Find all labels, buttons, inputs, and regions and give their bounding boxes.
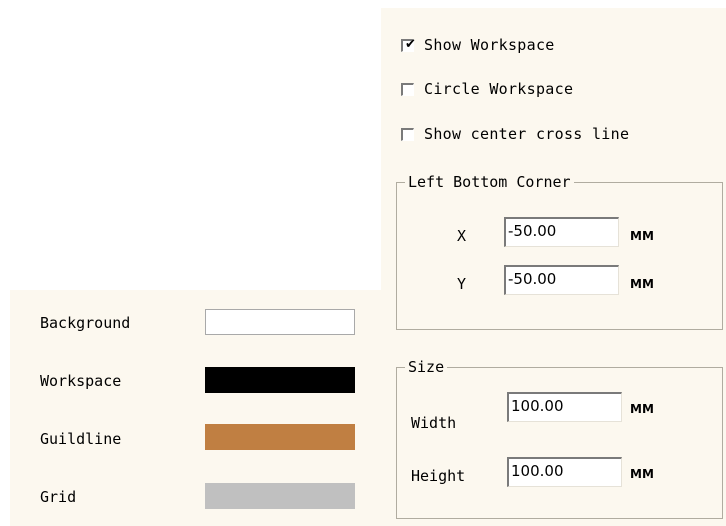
checkbox-box[interactable] xyxy=(401,127,414,141)
workspace-settings-panel: ✔ Show Workspace Circle Workspace Show c… xyxy=(381,8,726,526)
left-bottom-corner-title: Left Bottom Corner xyxy=(405,172,574,192)
height-unit: MM xyxy=(630,467,654,481)
color-settings-panel: Background Workspace Guildline Grid xyxy=(10,290,381,526)
size-group: Size Width 100.00 MM Height 100.00 MM xyxy=(396,357,723,519)
show-workspace-label: Show Workspace xyxy=(424,36,555,54)
grid-color-swatch[interactable] xyxy=(205,483,355,509)
width-label: Width xyxy=(411,414,457,432)
checkbox-box[interactable] xyxy=(401,82,414,96)
x-input[interactable]: -50.00 xyxy=(504,217,619,247)
checkbox-box[interactable]: ✔ xyxy=(401,36,416,52)
width-unit: MM xyxy=(630,402,654,416)
x-label: X xyxy=(457,227,467,245)
height-input[interactable]: 100.00 xyxy=(507,457,622,487)
guildline-color-swatch[interactable] xyxy=(205,424,355,450)
circle-workspace-checkbox[interactable]: Circle Workspace xyxy=(401,78,573,100)
left-bottom-corner-group: Left Bottom Corner X -50.00 MM Y -50.00 … xyxy=(396,172,723,330)
height-label: Height xyxy=(411,467,466,485)
width-input[interactable]: 100.00 xyxy=(507,392,622,422)
size-title: Size xyxy=(405,357,448,377)
y-unit: MM xyxy=(630,277,654,291)
workspace-color-swatch[interactable] xyxy=(205,367,355,393)
guildline-color-label: Guildline xyxy=(40,430,122,448)
y-input[interactable]: -50.00 xyxy=(504,265,619,295)
check-icon: ✔ xyxy=(405,36,416,52)
show-center-cross-line-checkbox[interactable]: Show center cross line xyxy=(401,123,629,145)
x-unit: MM xyxy=(630,229,654,243)
background-color-label: Background xyxy=(40,314,131,332)
grid-color-label: Grid xyxy=(40,488,77,506)
show-workspace-checkbox[interactable]: ✔ Show Workspace xyxy=(401,34,555,56)
workspace-color-label: Workspace xyxy=(40,372,122,390)
y-label: Y xyxy=(457,275,467,293)
background-color-swatch[interactable] xyxy=(205,309,355,335)
show-center-cross-line-label: Show center cross line xyxy=(424,125,630,143)
circle-workspace-label: Circle Workspace xyxy=(424,80,574,98)
